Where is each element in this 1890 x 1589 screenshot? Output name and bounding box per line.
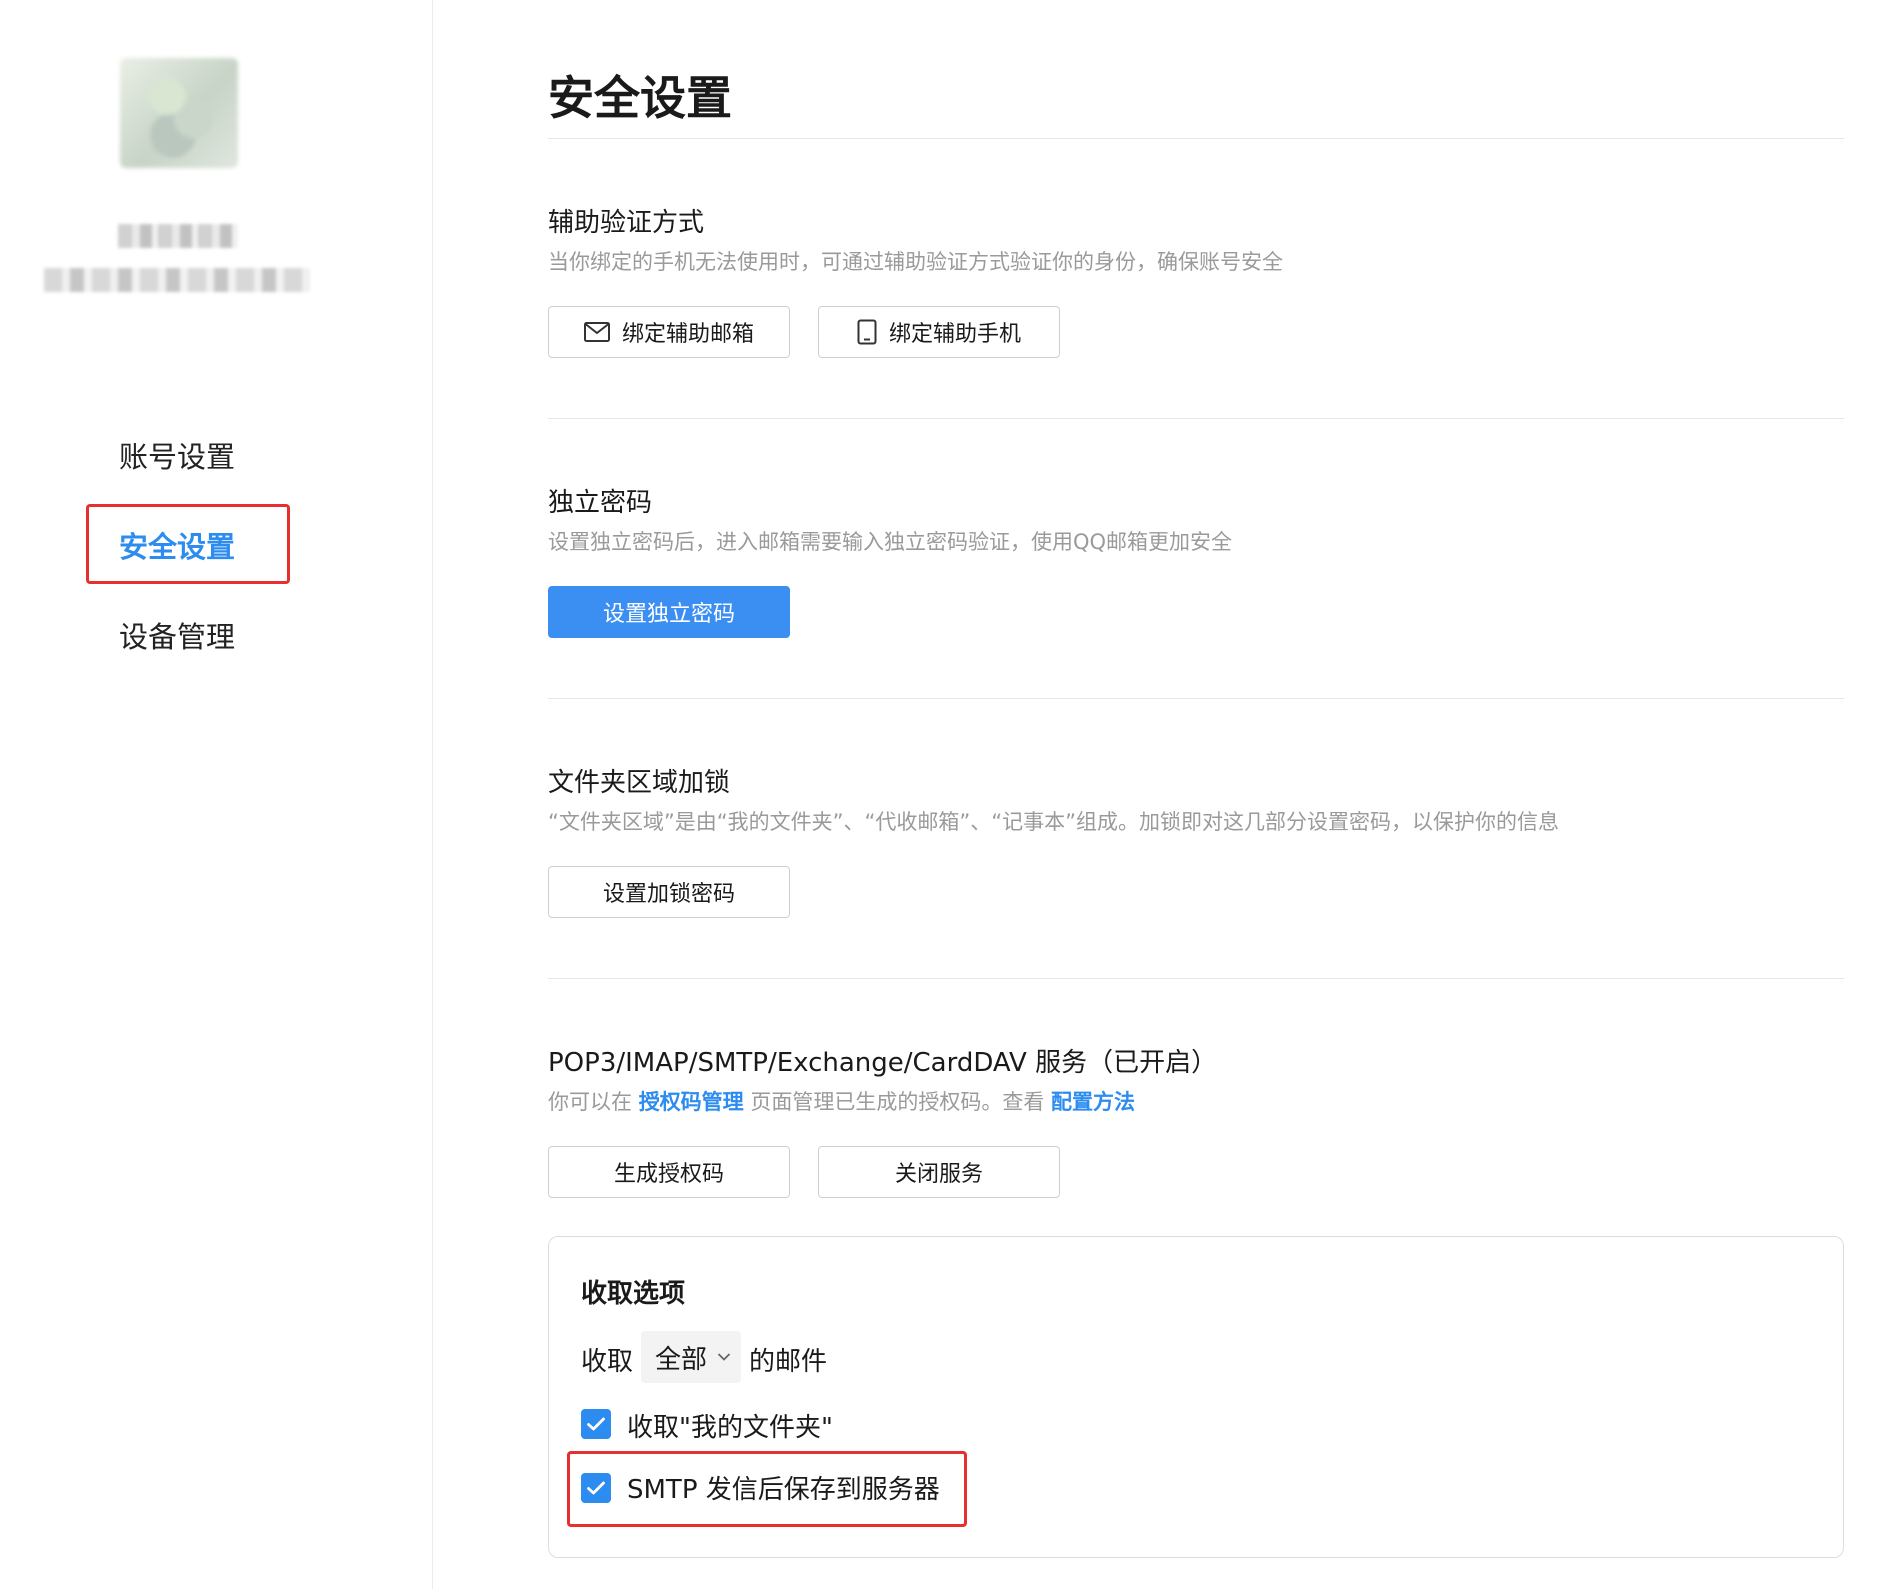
services-desc: 你可以在 授权码管理 页面管理已生成的授权码。查看 配置方法 <box>548 1086 1135 1116</box>
receive-scope-select[interactable]: 全部 <box>641 1331 741 1383</box>
independent-password-title: 独立密码 <box>548 488 653 518</box>
generate-auth-code-button[interactable]: 生成授权码 <box>548 1146 790 1198</box>
smtp-save-to-server-label: SMTP 发信后保存到服务器 <box>627 1475 940 1505</box>
receive-prefix: 收取 <box>581 1347 634 1377</box>
check-icon <box>587 1481 605 1495</box>
user-email-blurred <box>44 268 310 292</box>
close-service-button[interactable]: 关闭服务 <box>818 1146 1060 1198</box>
set-independent-password-button[interactable]: 设置独立密码 <box>548 586 790 638</box>
divider <box>548 978 1844 979</box>
divider <box>548 698 1844 699</box>
aux-verify-desc: 当你绑定的手机无法使用时，可通过辅助验证方式验证你的身份，确保账号安全 <box>548 250 1283 274</box>
bind-aux-phone-button[interactable]: 绑定辅助手机 <box>818 306 1060 358</box>
check-icon <box>587 1417 605 1431</box>
sidebar: 账号设置 安全设置 设备管理 <box>0 0 433 1589</box>
page-title: 安全设置 <box>548 71 732 125</box>
sidebar-item-security-settings[interactable]: 安全设置 <box>119 524 235 566</box>
services-title: POP3/IMAP/SMTP/Exchange/CardDAV 服务（已开启） <box>548 1048 1218 1078</box>
bind-aux-phone-label: 绑定辅助手机 <box>888 322 1021 347</box>
receive-my-folders-checkbox[interactable] <box>581 1409 611 1439</box>
avatar[interactable] <box>120 58 238 168</box>
phone-icon <box>857 319 877 345</box>
smtp-save-to-server-checkbox[interactable] <box>581 1473 611 1503</box>
receive-suffix: 的邮件 <box>749 1347 828 1377</box>
independent-password-desc: 设置独立密码后，进入邮箱需要输入独立密码验证，使用QQ邮箱更加安全 <box>548 530 1233 554</box>
user-name-blurred <box>118 224 238 248</box>
divider <box>548 418 1844 419</box>
auth-code-management-link[interactable]: 授权码管理 <box>639 1090 744 1114</box>
mail-icon <box>583 322 610 342</box>
receive-options-title: 收取选项 <box>581 1279 686 1309</box>
sidebar-item-account-settings[interactable]: 账号设置 <box>119 434 235 476</box>
services-desc-middle: 页面管理已生成的授权码。查看 <box>743 1090 1052 1114</box>
close-service-label: 关闭服务 <box>894 1162 983 1187</box>
set-lock-password-button[interactable]: 设置加锁密码 <box>548 866 790 918</box>
chevron-down-icon <box>717 1353 731 1361</box>
aux-verify-title: 辅助验证方式 <box>548 208 705 238</box>
sidebar-item-device-management[interactable]: 设备管理 <box>119 614 235 656</box>
generate-auth-code-label: 生成授权码 <box>613 1162 724 1187</box>
bind-aux-email-label: 绑定辅助邮箱 <box>621 322 754 347</box>
receive-scope-value: 全部 <box>655 1344 708 1375</box>
folder-lock-desc: “文件夹区域”是由“我的文件夹”、“代收邮箱”、“记事本”组成。加锁即对这几部分… <box>548 810 1560 834</box>
config-method-link[interactable]: 配置方法 <box>1051 1090 1135 1114</box>
receive-options-panel: 收取选项 收取 全部 的邮件 收取"我的文件夹" SMTP 发信后保存到服务器 <box>548 1236 1844 1558</box>
services-desc-prefix: 你可以在 <box>548 1090 639 1114</box>
set-lock-password-label: 设置加锁密码 <box>602 882 735 907</box>
bind-aux-email-button[interactable]: 绑定辅助邮箱 <box>548 306 790 358</box>
set-independent-password-label: 设置独立密码 <box>602 602 735 627</box>
receive-my-folders-label: 收取"我的文件夹" <box>627 1413 833 1443</box>
folder-lock-title: 文件夹区域加锁 <box>548 768 731 798</box>
divider <box>548 138 1844 139</box>
